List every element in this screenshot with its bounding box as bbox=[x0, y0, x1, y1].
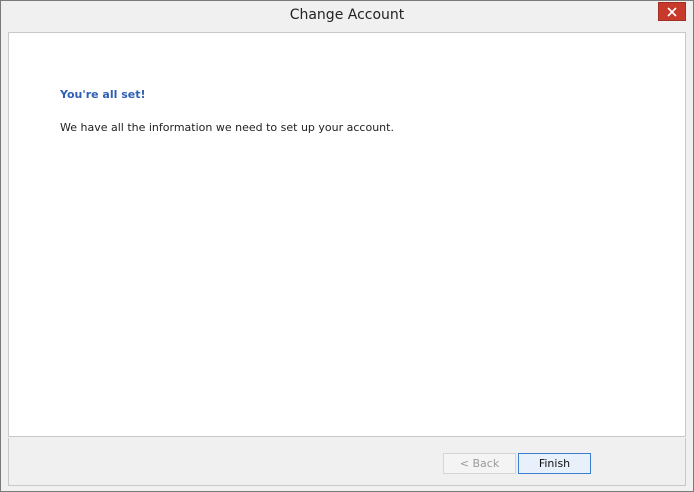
info-message: We have all the information we need to s… bbox=[60, 121, 394, 134]
back-button[interactable]: < Back bbox=[443, 453, 516, 474]
success-heading: You're all set! bbox=[60, 88, 146, 101]
close-icon bbox=[667, 6, 677, 17]
button-bar: < Back Finish bbox=[8, 438, 686, 486]
change-account-dialog: Change Account You're all set! We have a… bbox=[0, 0, 694, 492]
content-panel: You're all set! We have all the informat… bbox=[8, 32, 686, 437]
window-title: Change Account bbox=[289, 7, 405, 23]
close-button[interactable] bbox=[658, 2, 686, 21]
finish-button[interactable]: Finish bbox=[518, 453, 591, 474]
title-bar[interactable]: Change Account bbox=[1, 1, 693, 32]
